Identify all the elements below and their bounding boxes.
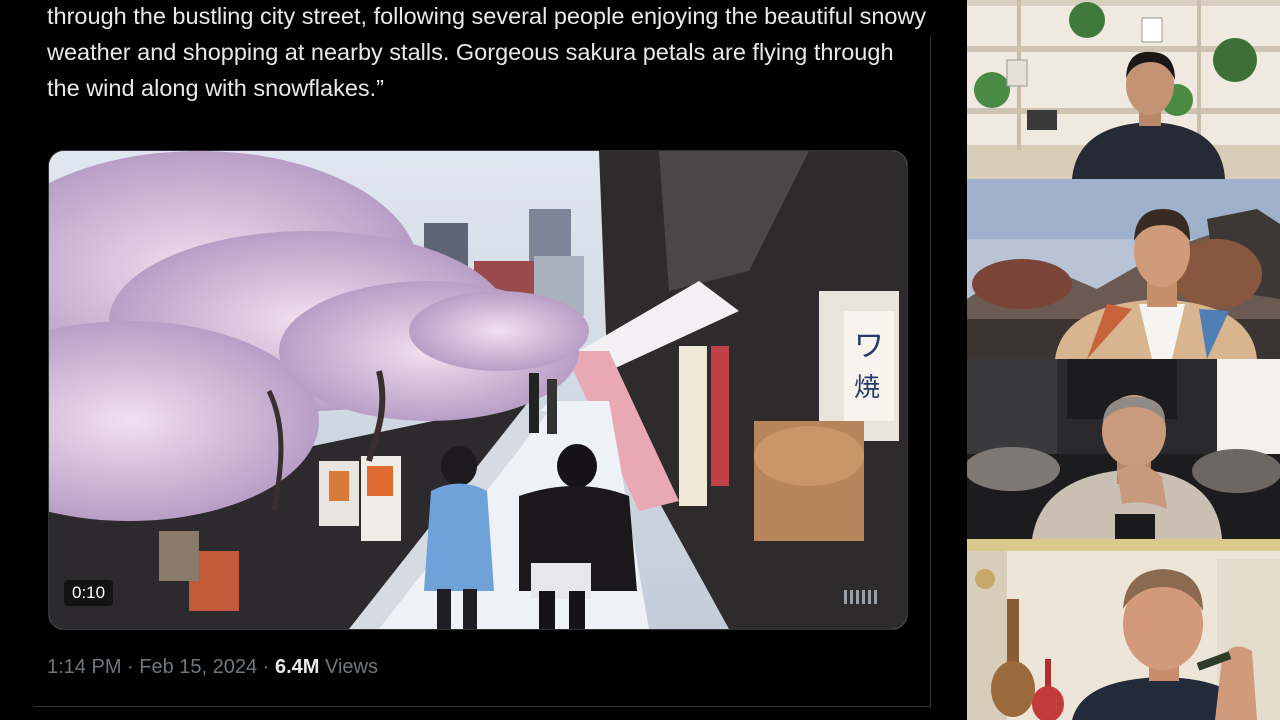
participant-video-4 (967, 539, 1280, 720)
participant-tile-3[interactable] (967, 359, 1280, 539)
video-timecode: 0:10 (64, 580, 114, 606)
views-count: 6.4M (274, 656, 320, 678)
divider (930, 36, 931, 708)
participant-video-2 (967, 179, 1280, 359)
tweet-video[interactable]: ワ 焼 (48, 150, 908, 630)
audio-bars-icon[interactable] (842, 588, 882, 606)
svg-text:ワ: ワ (854, 329, 884, 364)
meta-separator: · (127, 656, 134, 678)
tweet-meta: 1:14 PM · Feb 15, 2024 · 6.4M Views (47, 656, 378, 679)
shared-screen: through the bustling city street, follow… (0, 0, 966, 720)
tweet-time[interactable]: 1:14 PM (47, 656, 121, 678)
participant-tile-4[interactable] (967, 539, 1280, 720)
divider (34, 706, 931, 707)
svg-text:焼: 焼 (854, 373, 880, 403)
participant-video-3 (967, 359, 1280, 539)
tweet-text: through the bustling city street, follow… (47, 3, 927, 101)
participant-tile-2[interactable] (967, 179, 1280, 359)
views-label: Views (324, 656, 378, 678)
video-frame: ワ 焼 (49, 151, 907, 629)
meta-separator: · (262, 656, 270, 678)
participant-video-1 (967, 0, 1280, 179)
tweet-date[interactable]: Feb 15, 2024 (139, 656, 257, 678)
participant-tile-1[interactable] (967, 0, 1280, 179)
